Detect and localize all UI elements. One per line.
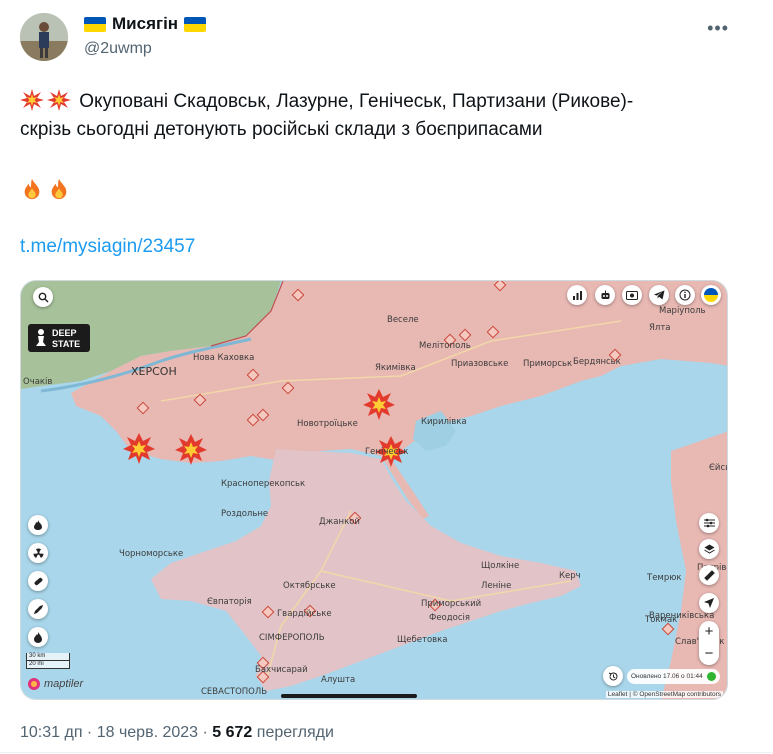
divider — [0, 752, 773, 753]
ukraine-flag-icon — [184, 16, 207, 32]
tweet-text: Окуповані Скадовськ, Лазурне, Генічеськ,… — [20, 88, 720, 144]
separator: · — [198, 724, 213, 741]
map-label: Новотроїцьке — [297, 419, 358, 429]
map-canvas — [21, 281, 727, 699]
map-label: Нова Каховка — [193, 353, 255, 363]
map-label: Ялта — [649, 323, 671, 333]
tweet-line-2-text: скрізь сьогодні детонують російські скла… — [20, 119, 543, 140]
map-label: Бердянськ — [573, 357, 621, 367]
scale-bar: 30 km 20 mi — [26, 653, 70, 669]
zoom-out-button[interactable]: − — [699, 643, 719, 665]
collision-icon — [47, 89, 71, 111]
maptiler-icon — [28, 678, 40, 690]
map-label: Веселе — [387, 315, 419, 325]
map-label: Єйськ — [709, 463, 727, 473]
map-label: Темрюк — [647, 573, 682, 583]
telegram-link[interactable]: t.me/mysiagin/23457 — [20, 236, 195, 258]
fire-icon — [51, 178, 67, 200]
search-icon[interactable] — [33, 287, 53, 307]
last-updated-badge: Оновлено 17.06 о 01:44 — [627, 669, 720, 684]
map-label: Красноперекопськ — [221, 479, 306, 489]
radiation-icon[interactable] — [28, 543, 48, 563]
map-label: СІМФЕРОПОЛЬ — [259, 633, 325, 643]
tweet-date[interactable]: 18 черв. 2023 — [97, 724, 198, 741]
zoom-control: + − — [699, 621, 719, 665]
fire-layer-icon[interactable] — [28, 515, 48, 535]
chess-pawn-icon — [36, 329, 46, 346]
map-label: Очаків — [23, 377, 53, 387]
map-label: Щолкіне — [481, 561, 520, 571]
layers-icon[interactable] — [699, 539, 719, 559]
last-updated-text: Оновлено 17.06 о 01:44 — [631, 673, 703, 680]
map-label: Генічеськ — [365, 447, 409, 457]
stats-icon[interactable] — [567, 285, 587, 305]
avatar[interactable] — [20, 13, 68, 61]
map-label: Бахчисарай — [255, 665, 308, 675]
author-display-name[interactable]: Мисягін — [112, 14, 178, 34]
scale-km: 30 km — [26, 653, 70, 661]
maptiler-text: maptiler — [44, 678, 84, 690]
map-label: Варениківська — [649, 611, 715, 621]
map-label: Євпаторія — [207, 597, 252, 607]
tweet-line-1: Окуповані Скадовськ, Лазурне, Генічеськ,… — [20, 88, 720, 116]
deepstate-logo: DEEP STATE — [28, 324, 90, 352]
money-icon[interactable] — [622, 285, 642, 305]
robot-icon[interactable] — [595, 285, 615, 305]
author-handle[interactable]: @2uwmp — [84, 40, 152, 58]
views-label: перегляди — [252, 724, 334, 741]
info-icon[interactable] — [675, 285, 695, 305]
map-label: Чорноморське — [119, 549, 184, 559]
map-label: Приморськ — [523, 359, 573, 369]
map-label: Маріуполь — [659, 306, 706, 316]
missile-icon[interactable] — [28, 599, 48, 619]
tweet-meta: 10:31 дп · 18 черв. 2023 · 5 672 перегля… — [20, 724, 334, 742]
scale-mi: 20 mi — [26, 661, 70, 669]
map-label: Якимівка — [375, 363, 416, 373]
ruler-icon[interactable] — [699, 565, 719, 585]
map-label: Гвардійське — [277, 609, 332, 619]
map-label: Октябрське — [283, 581, 336, 591]
history-icon[interactable] — [603, 666, 623, 686]
locate-arrow-icon[interactable] — [699, 593, 719, 613]
map-label: Леніне — [481, 581, 512, 591]
pills-icon[interactable] — [28, 571, 48, 591]
map-attribution[interactable]: Leaflet | © OpenStreetMap contributors — [605, 691, 723, 698]
ukraine-flag-icon — [84, 16, 106, 32]
logo-text-deep: DEEP — [52, 328, 77, 338]
tweet-line-1-text: Окуповані Скадовськ, Лазурне, Генічеськ,… — [79, 91, 634, 112]
map-image[interactable]: ХЕРСОН Нова Каховка Очаків Веселе Меліто… — [20, 280, 728, 700]
collision-icon — [20, 89, 44, 111]
fire-icon — [24, 178, 40, 200]
status-dot-icon — [706, 672, 716, 681]
map-label: Роздольне — [221, 509, 269, 519]
map-label: Керч — [559, 571, 581, 581]
separator: · — [82, 724, 97, 741]
map-label: Феодосія — [429, 613, 470, 623]
map-label: Алушта — [321, 675, 356, 685]
logo-text-state: STATE — [52, 339, 81, 349]
author-name-row[interactable]: Мисягін — [84, 14, 207, 34]
map-label: Щебетовка — [397, 635, 448, 645]
flame-icon[interactable] — [28, 627, 48, 647]
map-label: СЕВАСТОПОЛЬ — [201, 687, 268, 697]
maptiler-logo[interactable]: maptiler — [27, 677, 83, 691]
zoom-in-button[interactable]: + — [699, 621, 719, 643]
more-options-button[interactable]: ••• — [707, 18, 729, 39]
tweet-time[interactable]: 10:31 дп — [20, 724, 82, 741]
views-count: 5 672 — [212, 724, 253, 741]
language-flag-icon[interactable] — [701, 285, 721, 305]
map-label: Приазовське — [451, 359, 509, 369]
map-label: Мелітополь — [419, 341, 471, 351]
map-label: Приморський — [421, 599, 482, 609]
map-label: Кирилівка — [421, 417, 467, 427]
map-label: ХЕРСОН — [131, 365, 177, 378]
telegram-icon[interactable] — [649, 285, 669, 305]
home-indicator — [281, 694, 417, 698]
fire-emojis — [20, 178, 74, 201]
filter-sliders-icon[interactable] — [699, 513, 719, 533]
map-label: Джанкой — [319, 517, 360, 527]
